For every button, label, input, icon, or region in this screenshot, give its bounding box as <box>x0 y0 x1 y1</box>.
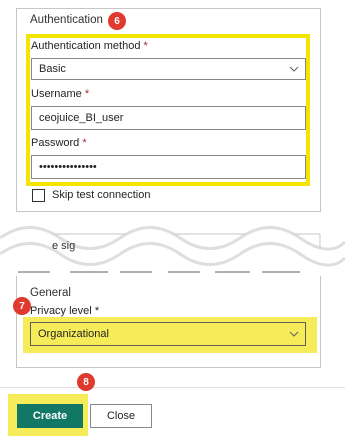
step-badge-6: 6 <box>108 12 126 30</box>
general-section-border-bottom <box>16 367 321 368</box>
username-label-text: Username <box>31 88 82 100</box>
auth-section-border-left <box>16 8 17 212</box>
step-badge-7: 7 <box>13 297 31 315</box>
partial-clipped-label: e sig <box>52 240 76 252</box>
auth-method-label: Authentication method * <box>31 40 148 52</box>
required-marker: * <box>84 88 90 100</box>
auth-section-border-bottom <box>16 211 321 212</box>
password-value: ••••••••••••••• <box>39 161 97 173</box>
skip-test-label: Skip test connection <box>52 189 151 201</box>
general-section-border-left <box>16 276 17 368</box>
create-button[interactable]: Create <box>17 404 83 428</box>
close-button[interactable]: Close <box>90 404 152 428</box>
auth-method-select[interactable]: Basic <box>31 58 306 80</box>
username-label: Username * <box>31 88 89 100</box>
auth-section-border-right <box>320 8 321 212</box>
auth-method-label-text: Authentication method <box>31 40 141 52</box>
password-label: Password * <box>31 137 87 149</box>
general-section-title: General <box>30 287 71 299</box>
chevron-down-icon <box>289 331 299 337</box>
password-input[interactable]: ••••••••••••••• <box>31 155 306 179</box>
skip-test-checkbox[interactable] <box>32 189 45 202</box>
privacy-level-label: Privacy level * <box>30 305 99 317</box>
authentication-section-title: Authentication <box>30 14 103 26</box>
required-marker: * <box>94 305 100 317</box>
privacy-level-select[interactable]: Organizational <box>30 322 306 346</box>
password-label-text: Password <box>31 137 80 149</box>
required-marker: * <box>143 40 148 52</box>
privacy-level-label-text: Privacy level <box>30 305 92 317</box>
chevron-down-icon <box>289 66 299 72</box>
username-value: ceojuice_BI_user <box>39 112 124 124</box>
username-input[interactable]: ceojuice_BI_user <box>31 106 306 130</box>
required-marker: * <box>82 137 87 149</box>
footer-divider <box>0 387 345 388</box>
privacy-level-value: Organizational <box>38 328 109 340</box>
step-badge-8: 8 <box>77 373 95 391</box>
auth-method-value: Basic <box>39 63 66 75</box>
auth-section-border-top <box>16 8 321 9</box>
general-section-border-right <box>320 276 321 368</box>
